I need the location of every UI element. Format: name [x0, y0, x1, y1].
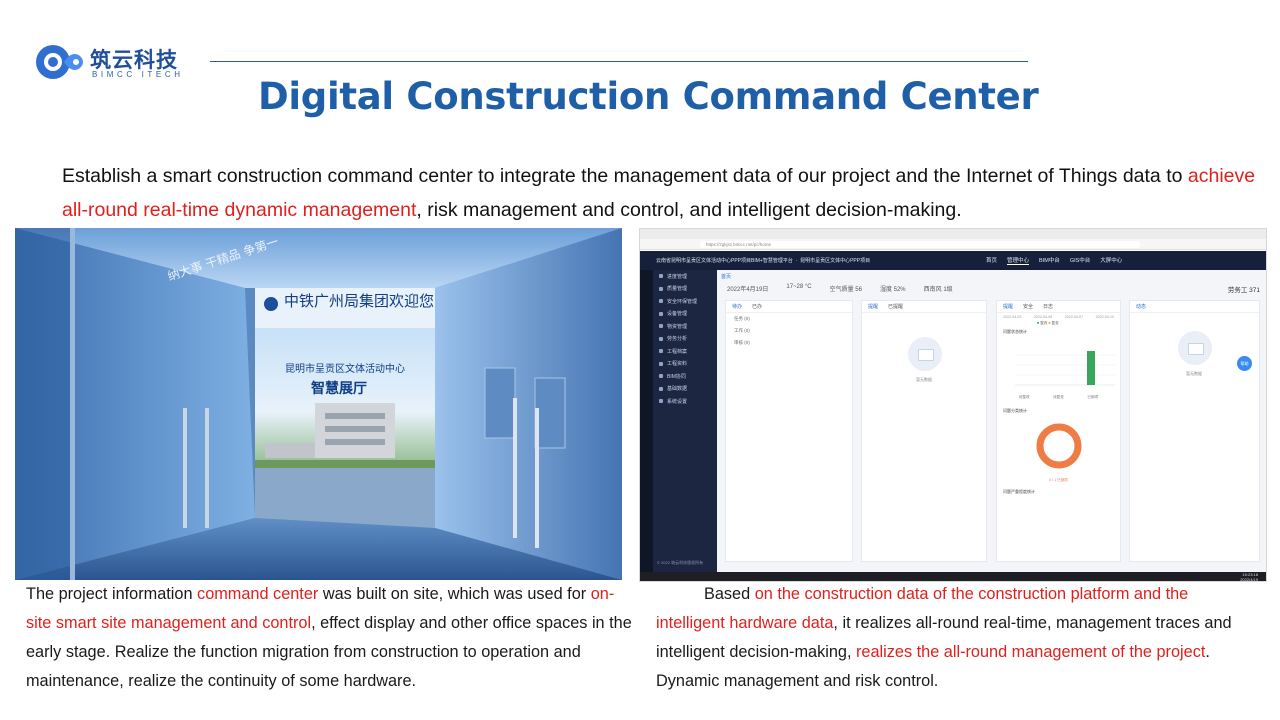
air-quality-label: 空气质量 56: [829, 287, 862, 293]
menu-icon: [659, 286, 663, 291]
browser-address-bar: https://zgkjsz.bimcc.net/pc/home: [640, 239, 1266, 250]
logo-english-name: BIMCC ITECH: [92, 70, 184, 79]
caption-left-highlight1: command center: [197, 585, 319, 603]
menu-icon: [659, 399, 663, 404]
todo-row-tasks[interactable]: 任务 (0): [726, 313, 852, 325]
intro-text-part1: Establish a smart construction command c…: [62, 165, 1188, 187]
caption-right-highlight2: realizes the all-round management of the…: [856, 643, 1206, 661]
section-status: 问题状态统计: [1003, 329, 1027, 334]
activity-panel: 动态 暂无数据: [1129, 300, 1260, 562]
section-category: 问题分类统计: [1003, 408, 1027, 413]
sidebar-item-settings[interactable]: 系统设置: [653, 395, 717, 408]
section-severity: 问题严重程度统计: [1003, 489, 1035, 494]
date-label: 2022年4月19日: [727, 287, 769, 293]
nav-home[interactable]: 首页: [986, 256, 997, 265]
menu-icon: [659, 349, 663, 354]
todo-row-review[interactable]: 审核 (0): [726, 337, 852, 349]
menu-icon: [659, 311, 663, 316]
status-bar-chart: [1015, 351, 1115, 386]
nav-gis[interactable]: GIS中台: [1070, 256, 1090, 265]
menu-icon: [659, 324, 663, 329]
weather-bar: 2022年4月19日 17~28 °C 空气质量 56 湿度 52% 西南风 1…: [727, 284, 1260, 296]
nav-big-screen[interactable]: 大屏中心: [1100, 256, 1122, 265]
browser-side-strip: [640, 251, 653, 572]
no-data-label: 暂无数据: [916, 377, 932, 382]
employee-count: 劳务工 371: [1227, 287, 1260, 294]
platform-main: 首页 2022年4月19日 17~28 °C 空气质量 56 湿度 52% 西南…: [717, 270, 1266, 572]
menu-icon: [659, 386, 663, 391]
system-title: 云南省昆明市呈贡区文体活动中心PPP项目BIM+智慧管理平台 · 昆明市呈贡区文…: [656, 258, 871, 264]
tab-reminded[interactable]: 已提醒: [888, 303, 903, 310]
sidebar-item-progress[interactable]: 进度管理: [653, 270, 717, 283]
sidebar-item-documents[interactable]: 工程资料: [653, 358, 717, 371]
command-center-photo-drawing: [15, 228, 622, 580]
sidebar-item-safety[interactable]: 安全环保管理: [653, 295, 717, 308]
screen-title-line2: 智慧展厅: [311, 381, 367, 397]
tab-safety[interactable]: 安全: [1023, 303, 1033, 310]
caption-left-text1: The project information: [26, 585, 198, 603]
menu-icon: [659, 374, 663, 379]
todo-panel: 待办 已办 任务 (0) 工作 (0) 审核 (0): [725, 300, 853, 562]
menu-icon: [659, 299, 663, 304]
bar-resolved: [1087, 351, 1095, 385]
sidebar-item-materials[interactable]: 物资管理: [653, 320, 717, 333]
tab-home[interactable]: 首页: [721, 273, 731, 281]
tab-activity[interactable]: 动态: [1136, 303, 1146, 310]
sidebar-item-base-data[interactable]: 基础数据: [653, 383, 717, 396]
tab-reminder[interactable]: 提醒: [868, 303, 878, 310]
temperature-label: 17~28 °C: [786, 284, 812, 290]
logo-mark-icon: [36, 45, 83, 79]
sidebar-item-equipment[interactable]: 设备管理: [653, 308, 717, 321]
caption-right-text1: Based: [704, 585, 755, 603]
platform-sidebar: 进度管理 质量管理 安全环保管理 设备管理 物资管理 劳务分析 工程档案 工程资…: [653, 270, 717, 572]
browser-tab-strip: [640, 229, 1266, 239]
menu-icon: [659, 361, 663, 366]
welcome-sign: 中铁广州局集团欢迎您: [284, 292, 435, 310]
screen-title-line1: 昆明市呈贡区文体活动中心: [285, 364, 405, 375]
tab-todo[interactable]: 待办: [732, 303, 742, 310]
menu-icon: [659, 336, 663, 341]
intro-paragraph: Establish a smart construction command c…: [62, 159, 1262, 227]
header-divider: [210, 61, 1028, 62]
timeline-dates: 2022-04-03 2022-04-05 2022-04-07 2022-04-10: [1003, 315, 1114, 319]
caption-left-text2: was built on site, which was used for: [318, 585, 591, 603]
platform-top-bar: 云南省昆明市呈贡区文体活动中心PPP项目BIM+智慧管理平台 · 昆明市呈贡区文…: [640, 251, 1266, 270]
project-selector[interactable]: 昆明市呈贡区文体中心PPP项目: [800, 258, 870, 264]
command-center-photo: 中铁广州局集团欢迎您 昆明市呈贡区文体活动中心 智慧展厅 纳大事 干精品 争第一: [15, 228, 622, 580]
empty-state-icon-2: [1178, 331, 1212, 365]
todo-row-work[interactable]: 工作 (0): [726, 325, 852, 337]
sidebar-footer: © 2022 筑云科技版权所有: [657, 560, 704, 565]
sidebar-item-labor[interactable]: 劳务分析: [653, 333, 717, 346]
page-title: Digital Construction Command Center: [258, 75, 1039, 118]
empty-state-icon: [908, 337, 942, 371]
tab-log[interactable]: 日志: [1043, 303, 1053, 310]
nav-management-center[interactable]: 管理中心: [1007, 256, 1030, 265]
humidity-label: 湿度 52%: [879, 287, 906, 293]
help-button[interactable]: 帮助: [1237, 356, 1252, 371]
right-caption: Based on the construction data of the co…: [656, 580, 1256, 696]
company-logo: 筑云科技 BIMCC ITECH: [34, 42, 194, 84]
platform-screenshot: https://zgkjsz.bimcc.net/pc/home 云南省昆明市呈…: [639, 228, 1267, 582]
platform-nav: 首页 管理中心 BIM中台 GIS中台 大屏中心: [986, 256, 1122, 265]
category-ring-chart: [1036, 423, 1082, 469]
no-data-label-2: 暂无数据: [1186, 371, 1202, 376]
wind-label: 西南风 1级: [923, 287, 953, 293]
tab-reminder-2[interactable]: 提醒: [1003, 303, 1013, 310]
sidebar-item-bim[interactable]: BIM协同: [653, 370, 717, 383]
sidebar-item-archive[interactable]: 工程档案: [653, 345, 717, 358]
tab-done[interactable]: 已办: [752, 303, 762, 310]
intro-text-part2: , risk management and control, and intel…: [416, 199, 962, 221]
nav-bim[interactable]: BIM中台: [1039, 256, 1060, 265]
left-caption: The project information command center w…: [26, 580, 636, 696]
url-field[interactable]: https://zgkjsz.bimcc.net/pc/home: [700, 241, 1140, 248]
menu-icon: [659, 274, 663, 279]
safety-stats-panel: 提醒 安全 日志 2022-04-03 2022-04-05 2022-04-07 202…: [996, 300, 1121, 562]
reminder-panel: 提醒 已提醒 暂无数据: [861, 300, 987, 562]
sidebar-item-quality[interactable]: 质量管理: [653, 283, 717, 296]
